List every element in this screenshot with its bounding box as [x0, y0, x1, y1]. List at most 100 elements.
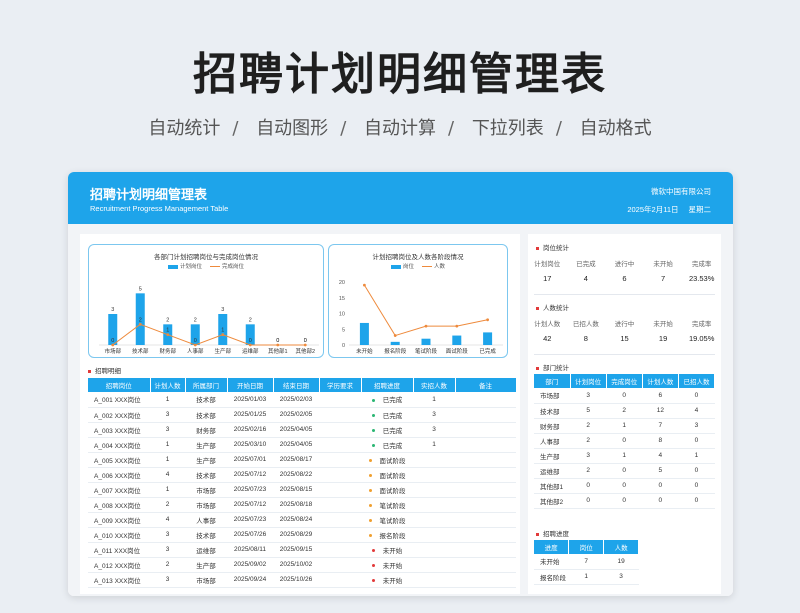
table-cell[interactable]: 0 [606, 493, 643, 509]
end-date-cell[interactable]: 2025/09/15 [273, 542, 319, 558]
education-cell[interactable] [319, 407, 361, 423]
start-date-cell[interactable]: 2025/07/23 [227, 512, 273, 528]
start-date-cell[interactable]: 2025/01/25 [227, 407, 273, 423]
table-cell[interactable]: 7 [568, 554, 604, 570]
dept-cell[interactable]: 生产部 [185, 437, 227, 453]
table-cell[interactable]: 其他部1 [534, 478, 571, 494]
education-cell[interactable] [319, 482, 361, 498]
education-cell[interactable] [319, 437, 361, 453]
table-cell[interactable]: 1 [606, 418, 643, 434]
plan-count-cell[interactable]: 4 [150, 512, 185, 528]
table-cell[interactable]: 2 [570, 463, 607, 479]
education-cell[interactable] [319, 497, 361, 513]
table-row[interactable]: 其他部1 0 0 0 0 [534, 478, 715, 494]
note-cell[interactable] [455, 482, 516, 498]
position-cell[interactable]: A_011 XXX岗位 [88, 542, 150, 558]
education-cell[interactable] [319, 467, 361, 483]
status-cell[interactable]: 笔试阶段 [361, 497, 413, 513]
table-cell[interactable]: 5 [570, 403, 607, 419]
table-row[interactable]: A_003 XXX岗位 3 财务部 2025/02/16 2025/04/05 已完成 3 [88, 422, 516, 438]
table-cell[interactable]: 3 [570, 388, 607, 404]
position-cell[interactable]: A_003 XXX岗位 [88, 422, 150, 438]
position-cell[interactable]: A_009 XXX岗位 [88, 512, 150, 528]
end-date-cell[interactable]: 2025/08/22 [273, 467, 319, 483]
dept-cell[interactable]: 生产部 [185, 452, 227, 468]
plan-count-cell[interactable]: 1 [150, 452, 185, 468]
table-row[interactable]: 未开始 7 19 [534, 554, 639, 570]
table-row[interactable]: 报名阶段 1 3 [534, 569, 639, 585]
table-cell[interactable]: 0 [678, 433, 715, 449]
table-row[interactable]: A_011 XXX岗位 3 运维部 2025/08/11 2025/09/15 未开始 [88, 542, 516, 558]
position-cell[interactable]: A_010 XXX岗位 [88, 527, 150, 543]
table-cell[interactable]: 3 [603, 569, 639, 585]
note-cell[interactable] [455, 572, 516, 588]
end-date-cell[interactable]: 2025/10/02 [273, 557, 319, 573]
end-date-cell[interactable]: 2025/04/05 [273, 422, 319, 438]
start-date-cell[interactable]: 2025/08/11 [227, 542, 273, 558]
education-cell[interactable] [319, 512, 361, 528]
note-cell[interactable] [455, 407, 516, 423]
table-cell[interactable]: 0 [642, 478, 679, 494]
note-cell[interactable] [455, 392, 516, 408]
hired-count-cell[interactable] [413, 467, 455, 483]
table-row[interactable]: 技术部 5 2 12 4 [534, 403, 715, 419]
table-row[interactable]: 其他部2 0 0 0 0 [534, 493, 715, 509]
table-cell[interactable]: 报名阶段 [534, 569, 569, 585]
position-cell[interactable]: A_013 XXX岗位 [88, 572, 150, 588]
table-cell[interactable]: 1 [678, 448, 715, 464]
education-cell[interactable] [319, 557, 361, 573]
table-cell[interactable]: 0 [606, 478, 643, 494]
plan-count-cell[interactable]: 2 [150, 557, 185, 573]
hired-count-cell[interactable] [413, 482, 455, 498]
table-cell[interactable]: 4 [678, 403, 715, 419]
hired-count-cell[interactable] [413, 527, 455, 543]
plan-count-cell[interactable]: 3 [150, 542, 185, 558]
dept-cell[interactable]: 技术部 [185, 392, 227, 408]
table-cell[interactable]: 2 [570, 433, 607, 449]
note-cell[interactable] [455, 452, 516, 468]
status-cell[interactable]: 报名阶段 [361, 527, 413, 543]
education-cell[interactable] [319, 422, 361, 438]
table-cell[interactable]: 财务部 [534, 418, 571, 434]
plan-count-cell[interactable]: 3 [150, 527, 185, 543]
hired-count-cell[interactable] [413, 542, 455, 558]
table-row[interactable]: A_009 XXX岗位 4 人事部 2025/07/23 2025/08/24 笔试阶段 [88, 512, 516, 528]
end-date-cell[interactable]: 2025/08/18 [273, 497, 319, 513]
table-cell[interactable]: 2 [570, 418, 607, 434]
table-row[interactable]: 人事部 2 0 8 0 [534, 433, 715, 449]
hired-count-cell[interactable] [413, 497, 455, 513]
hired-count-cell[interactable]: 3 [413, 407, 455, 423]
table-row[interactable]: A_006 XXX岗位 4 技术部 2025/07/12 2025/08/22 面试阶段 [88, 467, 516, 483]
table-row[interactable]: A_004 XXX岗位 1 生产部 2025/03/10 2025/04/05 已完成 1 [88, 437, 516, 453]
education-cell[interactable] [319, 572, 361, 588]
table-cell[interactable]: 0 [678, 493, 715, 509]
start-date-cell[interactable]: 2025/07/12 [227, 467, 273, 483]
position-cell[interactable]: A_007 XXX岗位 [88, 482, 150, 498]
table-cell[interactable]: 其他部2 [534, 493, 571, 509]
plan-count-cell[interactable]: 1 [150, 392, 185, 408]
note-cell[interactable] [455, 557, 516, 573]
table-cell[interactable]: 19 [603, 554, 639, 570]
dept-cell[interactable]: 技术部 [185, 407, 227, 423]
plan-count-cell[interactable]: 3 [150, 407, 185, 423]
position-cell[interactable]: A_002 XXX岗位 [88, 407, 150, 423]
table-cell[interactable]: 5 [642, 463, 679, 479]
dept-cell[interactable]: 市场部 [185, 497, 227, 513]
table-cell[interactable]: 1 [568, 569, 604, 585]
dept-cell[interactable]: 财务部 [185, 422, 227, 438]
table-cell[interactable]: 4 [642, 448, 679, 464]
plan-count-cell[interactable]: 4 [150, 467, 185, 483]
end-date-cell[interactable]: 2025/02/03 [273, 392, 319, 408]
note-cell[interactable] [455, 542, 516, 558]
dept-cell[interactable]: 技术部 [185, 527, 227, 543]
dept-cell[interactable]: 技术部 [185, 467, 227, 483]
table-cell[interactable]: 运维部 [534, 463, 571, 479]
plan-count-cell[interactable]: 1 [150, 482, 185, 498]
hired-count-cell[interactable]: 1 [413, 392, 455, 408]
position-cell[interactable]: A_008 XXX岗位 [88, 497, 150, 513]
education-cell[interactable] [319, 542, 361, 558]
table-cell[interactable]: 0 [606, 463, 643, 479]
table-row[interactable]: 运维部 2 0 5 0 [534, 463, 715, 479]
start-date-cell[interactable]: 2025/03/10 [227, 437, 273, 453]
hired-count-cell[interactable]: 3 [413, 422, 455, 438]
